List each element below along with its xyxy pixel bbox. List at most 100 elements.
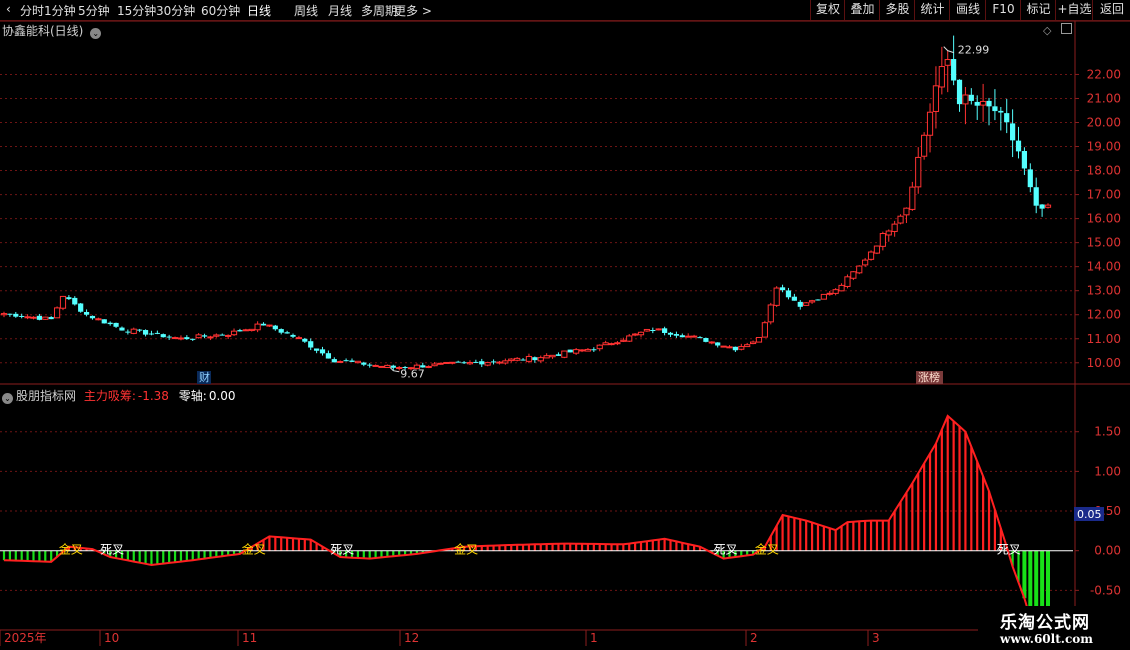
candle-body-up (466, 362, 474, 365)
candle-body-up (496, 361, 503, 364)
candle (254, 321, 261, 333)
main-grid: 10.00 11.00 12.00 13.00 14.00 15.00 16.00 17.00… (0, 67, 1121, 370)
candle-body-up (266, 324, 273, 327)
candle (514, 357, 521, 362)
candle-body-down (779, 287, 786, 291)
candle-body-up (773, 287, 780, 306)
candle (384, 364, 391, 369)
candle (785, 287, 792, 300)
candle-body-down (201, 335, 208, 337)
candle-body-down (89, 315, 96, 319)
candle (107, 321, 113, 326)
candle (337, 360, 344, 363)
high-marker-arrow (943, 46, 954, 54)
candle-body-down (1033, 187, 1039, 206)
candle-body-down (166, 336, 172, 338)
y-tick-label: 11.00 (1087, 332, 1121, 346)
candle-body-down (160, 334, 166, 338)
candle (932, 66, 940, 129)
candle-body-up (59, 295, 67, 309)
death-cross-label: 死叉 (714, 543, 738, 557)
candle-body-down (951, 59, 957, 81)
candle-body-down (697, 337, 703, 339)
candle (473, 359, 479, 363)
candle-body-up (602, 342, 609, 346)
candle-body-up (177, 337, 185, 340)
candle (726, 345, 733, 349)
candle (319, 346, 326, 356)
candle (791, 293, 797, 301)
candle (873, 245, 881, 255)
candle (272, 324, 278, 331)
candle (708, 341, 715, 345)
candle (1044, 203, 1052, 209)
candle-body-up (921, 134, 928, 157)
candle (177, 335, 185, 341)
x-tick-label: 2 (750, 631, 758, 645)
candle-body-up (767, 304, 774, 323)
candle-body-up (584, 348, 592, 352)
death-cross-label: 死叉 (997, 543, 1021, 557)
candle-body-up (655, 328, 662, 331)
candle (160, 333, 166, 338)
candle-body-down (48, 317, 54, 320)
x-tick-label: 2025年 (4, 631, 47, 645)
candle-body-down (314, 348, 320, 351)
candle-body-up (808, 300, 816, 303)
candle (508, 358, 515, 363)
candle (578, 349, 586, 353)
candle-body-up (820, 293, 827, 300)
candle-body-down (125, 331, 131, 333)
candle (1004, 98, 1010, 134)
candle (455, 360, 461, 363)
candle-body-down (190, 338, 196, 340)
candle-body-up (449, 361, 456, 364)
candle-body-down (278, 329, 284, 333)
osc-tick-label: 1.50 (1094, 425, 1121, 439)
candle-body-up (637, 331, 645, 336)
candle-body-up (632, 333, 639, 336)
candle-body-down (361, 362, 367, 365)
candle-body-down (83, 311, 90, 315)
candle (230, 328, 238, 337)
candle-body-up (643, 328, 651, 332)
candle-body-up (850, 271, 857, 279)
death-cross-label: 死叉 (100, 543, 124, 557)
candle-body-up (720, 345, 727, 348)
candle-body-up (738, 346, 745, 350)
candle (443, 361, 450, 364)
candle (703, 337, 709, 343)
candle-body-down (343, 360, 349, 362)
candle-body-down (591, 349, 597, 351)
candle-body-down (19, 315, 25, 317)
candle-body-up (832, 289, 839, 294)
candle-body-up (525, 355, 533, 362)
candle-body-down (479, 361, 485, 365)
candle-body-down (390, 365, 396, 368)
candle (331, 357, 337, 363)
candle-body-up (372, 364, 379, 367)
candle (325, 350, 332, 359)
candle (242, 328, 249, 332)
candle (815, 299, 821, 301)
candle-body-up (885, 230, 892, 236)
candle-body-down (490, 361, 497, 363)
candle-body-down (284, 332, 290, 334)
candle (632, 333, 639, 337)
candle (148, 330, 155, 336)
candle-body-up (726, 346, 733, 349)
candle (885, 229, 892, 242)
x-tick-label: 10 (104, 631, 119, 645)
news-tag-zhangting: 涨榜 (918, 370, 940, 384)
logo-line2: www.60lt.com (1000, 632, 1093, 646)
candle (850, 271, 857, 281)
candle-body-up (384, 364, 391, 369)
golden-cross-label: 金叉 (755, 542, 779, 557)
candle (532, 356, 538, 363)
candle-body-down (998, 110, 1004, 113)
candle (974, 95, 980, 120)
candle-body-down (36, 315, 42, 320)
candle (844, 274, 851, 289)
y-tick-label: 19.00 (1087, 140, 1121, 154)
candle (879, 231, 886, 251)
